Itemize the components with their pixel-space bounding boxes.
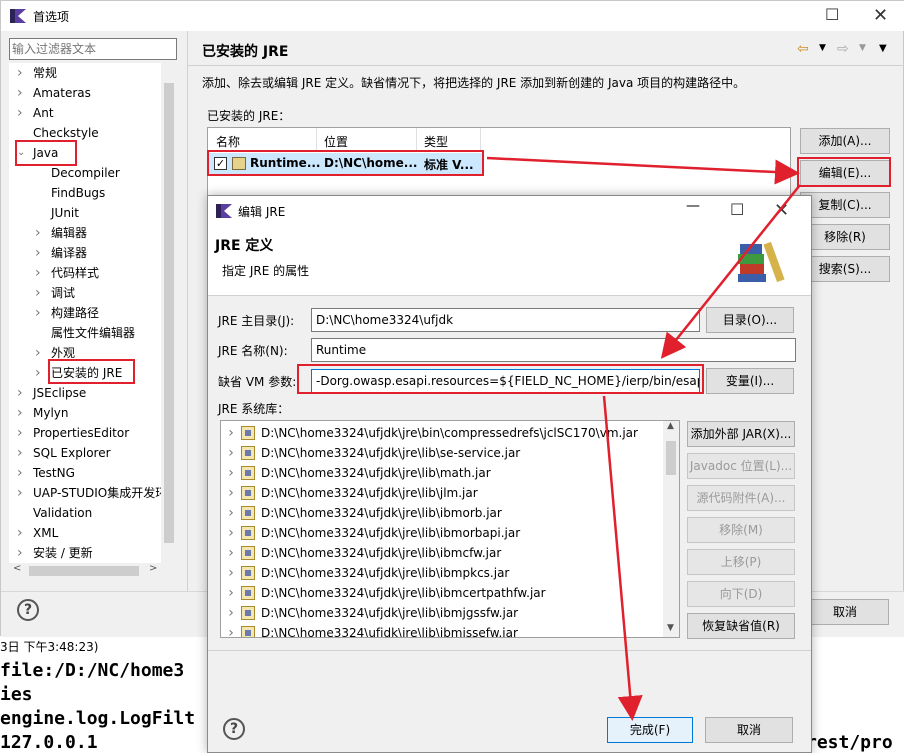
annotation-arrows bbox=[486, 156, 801, 721]
